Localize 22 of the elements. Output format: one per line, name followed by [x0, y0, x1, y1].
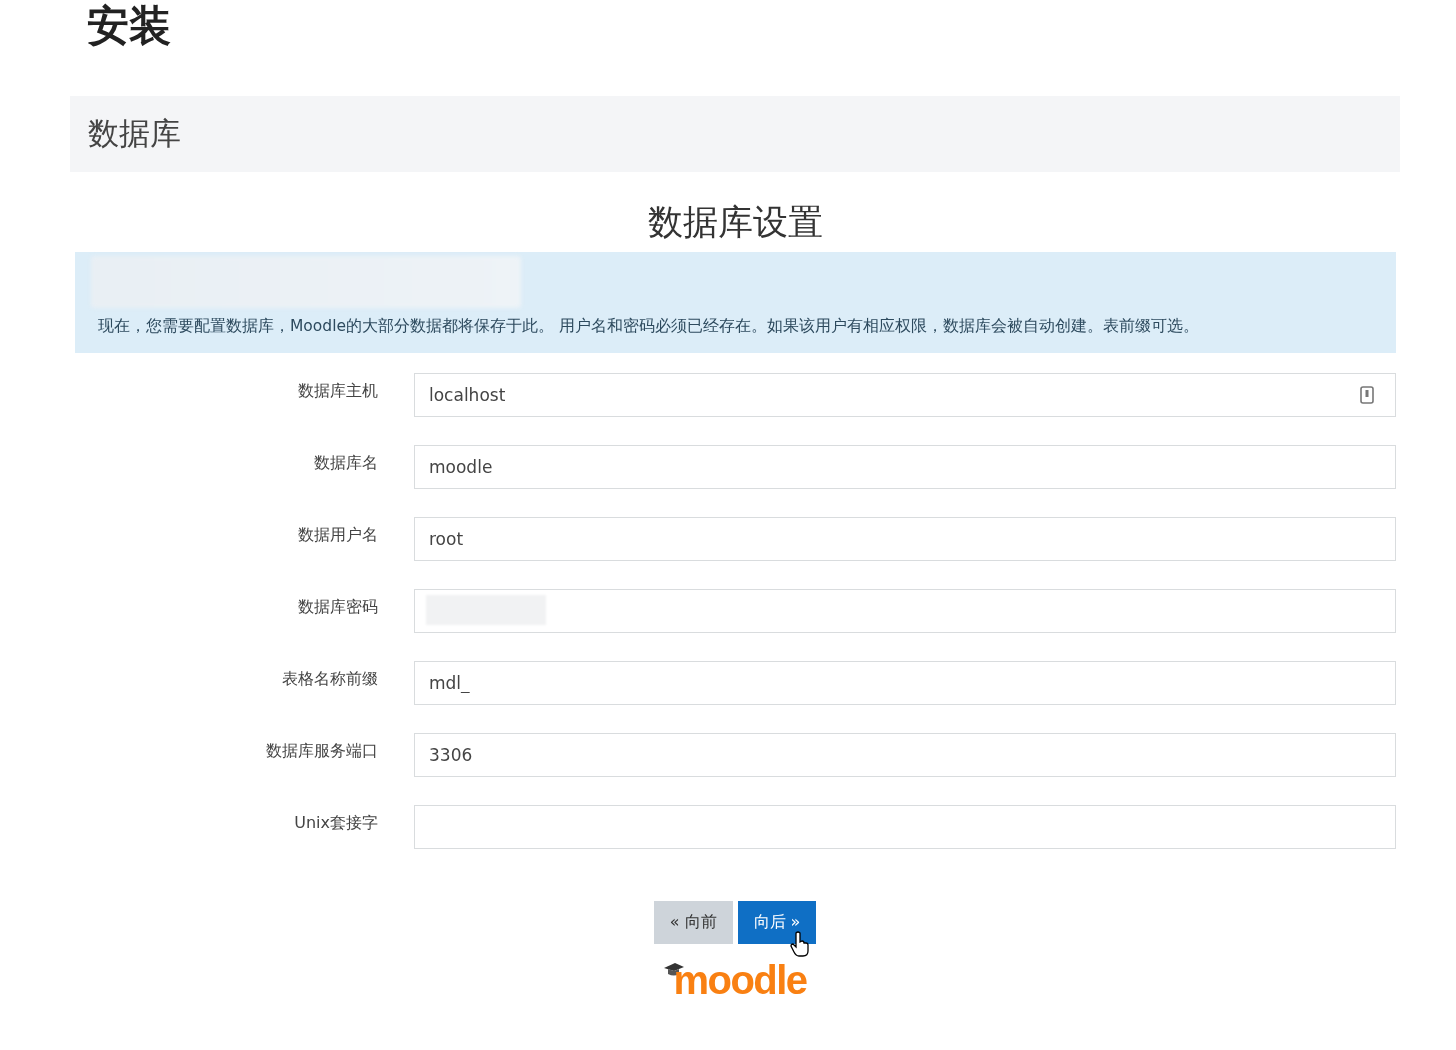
hand-cursor-icon: [789, 931, 810, 957]
field-label: 数据用户名: [297, 524, 378, 546]
field-label: 表格名称前缀: [281, 668, 378, 690]
input-field[interactable]: moodle: [414, 445, 1396, 489]
input-field[interactable]: root: [414, 517, 1396, 561]
section-title: 数据库: [88, 114, 181, 153]
form-title: 数据库设置: [646, 201, 824, 244]
field-label: 数据库服务端口: [265, 740, 378, 762]
input-field[interactable]: mdl_: [414, 661, 1396, 705]
previous-button[interactable]: « 向前: [653, 901, 733, 944]
field-label: 数据库密码: [297, 596, 378, 618]
page-title: 安装: [87, 0, 172, 52]
input-field[interactable]: [414, 589, 1396, 633]
field-label: 数据库名: [313, 452, 378, 474]
input-field[interactable]: 3306: [414, 733, 1396, 777]
notice-text: 现在，您需要配置数据库，Moodle的大部分数据都将保存于此。 用户名和密码必须已经存在。如果该用户有相应权限，数据库会被自动创建。表前缀可选。: [98, 316, 1199, 337]
input-field[interactable]: localhost: [414, 373, 1396, 417]
moodle-logo: moodle: [663, 960, 807, 1000]
next-button[interactable]: 向后 »: [737, 901, 817, 944]
input-field[interactable]: [414, 805, 1396, 849]
field-label: 数据库主机: [297, 380, 378, 402]
field-label: Unix套接字: [293, 812, 378, 834]
